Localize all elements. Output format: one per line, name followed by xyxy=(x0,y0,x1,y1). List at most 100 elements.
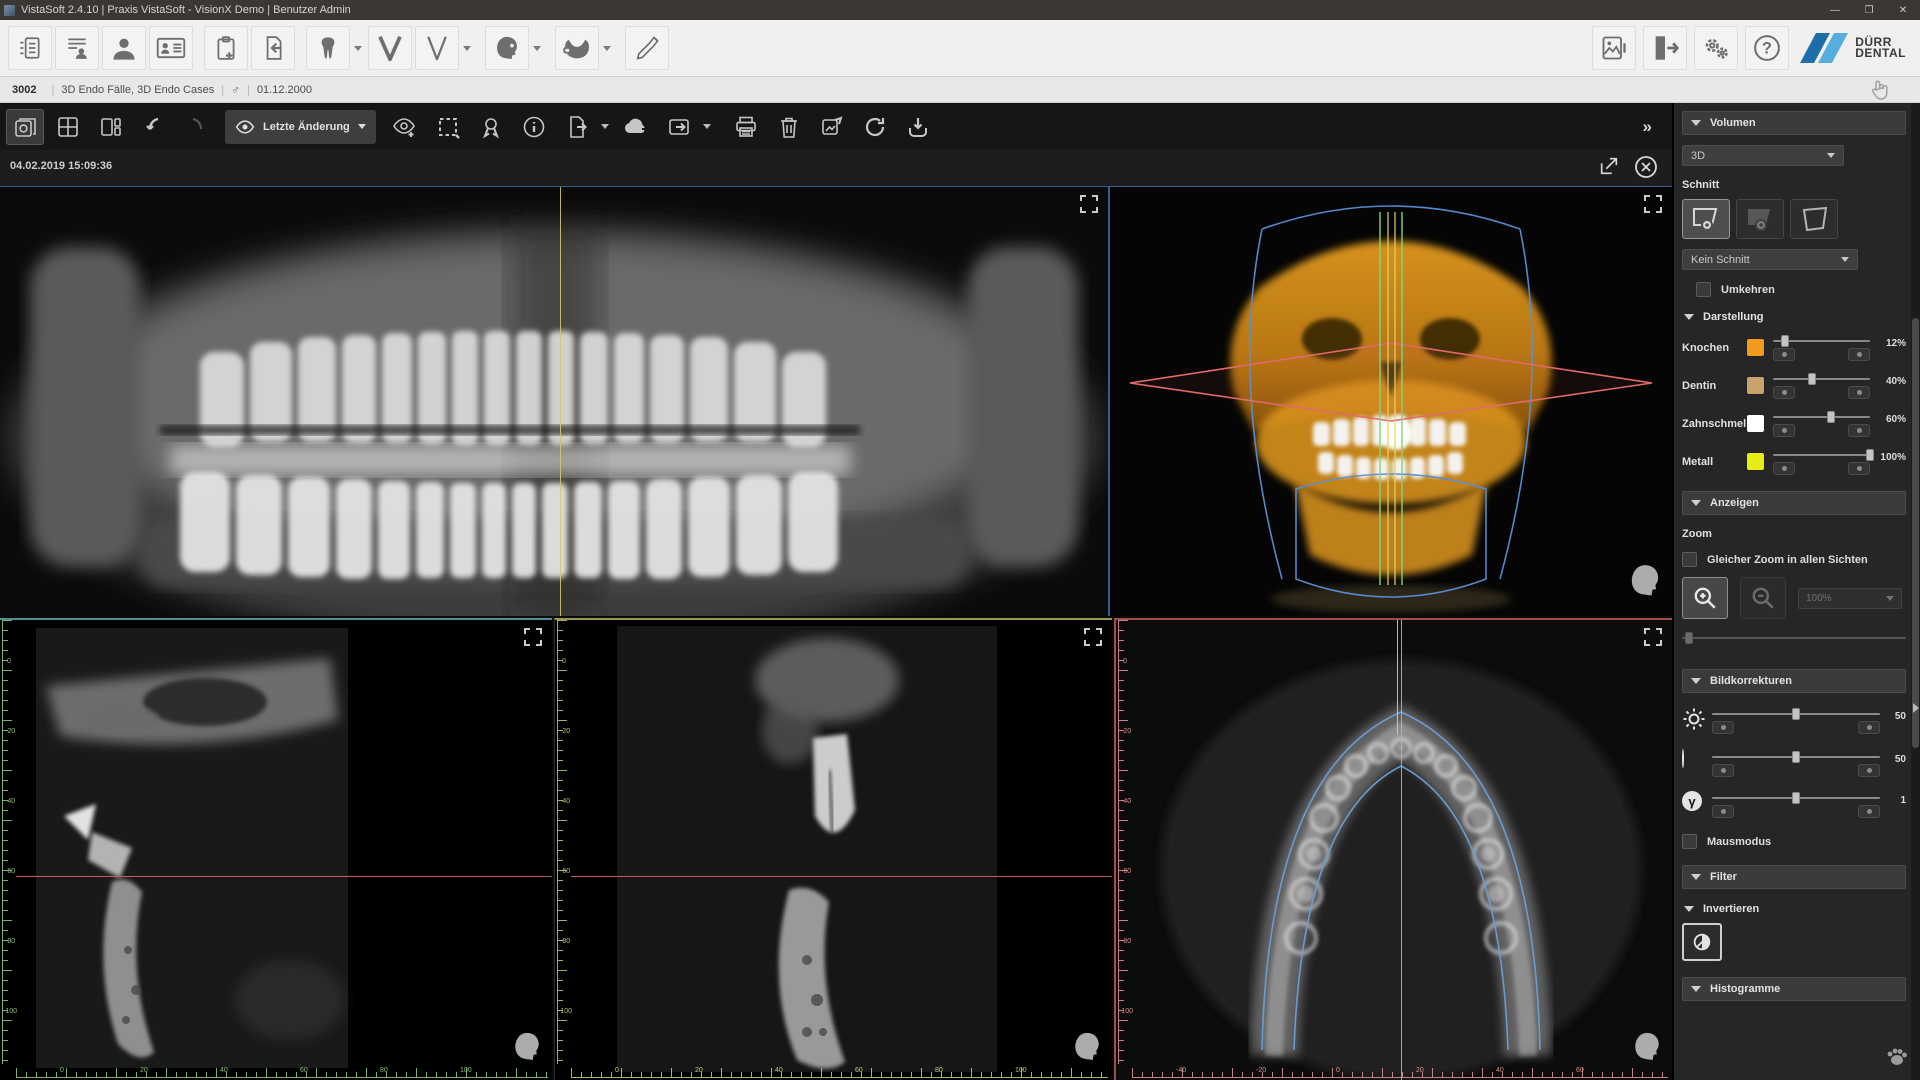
maximize-button[interactable]: ❐ xyxy=(1852,0,1886,20)
slider-eye-button[interactable] xyxy=(1848,348,1870,361)
slider-eye-button[interactable] xyxy=(1773,424,1795,437)
slider-eye-button[interactable] xyxy=(1858,805,1880,818)
slider-eye-button[interactable] xyxy=(1848,462,1870,475)
info-button[interactable] xyxy=(515,109,553,145)
section-histogramme[interactable]: Histogramme xyxy=(1682,977,1906,1001)
undo-button[interactable] xyxy=(135,109,173,145)
slider-eye-button[interactable] xyxy=(1773,386,1795,399)
gamma-slider[interactable] xyxy=(1712,789,1880,818)
export-window-button[interactable] xyxy=(660,109,698,145)
slider-eye-button[interactable] xyxy=(1773,462,1795,475)
mausmodus-checkbox-row[interactable]: Mausmodus xyxy=(1682,834,1906,849)
fullscreen-icon[interactable] xyxy=(1644,628,1662,651)
settings-button[interactable] xyxy=(1694,26,1738,70)
coronal-cursor-line[interactable] xyxy=(1397,620,1398,735)
section-darstellung[interactable]: Darstellung xyxy=(1682,311,1906,323)
brightness-slider[interactable] xyxy=(1712,705,1880,734)
section-anzeigen[interactable]: Anzeigen xyxy=(1682,491,1906,515)
slider-eye-button[interactable] xyxy=(1848,386,1870,399)
volume-mode-select[interactable]: 3D xyxy=(1682,145,1844,166)
capture-button[interactable] xyxy=(6,109,44,145)
sagittal-plane-line[interactable] xyxy=(1401,620,1402,1080)
minimize-button[interactable]: — xyxy=(1818,0,1852,20)
slider-eye-button[interactable] xyxy=(1712,805,1734,818)
slider-eye-button[interactable] xyxy=(1848,424,1870,437)
tooth-xray-button[interactable] xyxy=(306,26,350,70)
axial-plane-line[interactable] xyxy=(571,876,1112,877)
worklist-button[interactable] xyxy=(8,26,52,70)
caret-icon[interactable] xyxy=(463,46,471,51)
caret-icon[interactable] xyxy=(603,46,611,51)
bitewing-alt-button[interactable] xyxy=(415,26,459,70)
cloud-upload-button[interactable] xyxy=(617,109,655,145)
share-image-button[interactable] xyxy=(813,109,851,145)
caret-icon[interactable] xyxy=(533,46,541,51)
viewport-coronal[interactable]: 0 -20 -40 -60 -80 -100 0 20 40 60 80 100 xyxy=(554,618,1112,1080)
ribbon-button[interactable] xyxy=(472,109,510,145)
dentin-color-swatch[interactable] xyxy=(1746,376,1765,395)
image-export-button[interactable] xyxy=(1592,26,1636,70)
section-invertieren[interactable]: Invertieren xyxy=(1682,903,1906,915)
slider-eye-button[interactable] xyxy=(1858,721,1880,734)
close-image-button[interactable] xyxy=(1634,155,1658,184)
umkehren-checkbox[interactable] xyxy=(1696,282,1711,297)
dentin-opacity-slider[interactable] xyxy=(1773,372,1870,399)
more-tools-button[interactable]: » xyxy=(1643,117,1666,137)
section-bildkorrekturen[interactable]: Bildkorrekturen xyxy=(1682,669,1906,693)
panel-expand-arrow-icon[interactable] xyxy=(1913,703,1919,713)
bitewing-button[interactable] xyxy=(368,26,412,70)
fullscreen-icon[interactable] xyxy=(524,628,542,651)
patient-button[interactable] xyxy=(102,26,146,70)
sidebar-scrollbar[interactable] xyxy=(1911,103,1920,1080)
fullscreen-icon[interactable] xyxy=(1084,628,1102,651)
open-external-button[interactable] xyxy=(1598,155,1620,184)
mausmodus-checkbox[interactable] xyxy=(1682,834,1697,849)
axial-plane-line[interactable] xyxy=(16,876,552,877)
metall-color-swatch[interactable] xyxy=(1746,452,1765,471)
ceph-button[interactable] xyxy=(485,26,529,70)
patient-list-button[interactable] xyxy=(55,26,99,70)
print-button[interactable] xyxy=(727,109,765,145)
document-export-button[interactable] xyxy=(558,109,596,145)
patient-id[interactable]: 3002 xyxy=(4,84,44,96)
same-zoom-checkbox-row[interactable]: Gleicher Zoom in allen Sichten xyxy=(1682,552,1906,567)
document-import-button[interactable] xyxy=(251,26,295,70)
scrollbar-thumb[interactable] xyxy=(1912,318,1919,748)
rotate-button[interactable] xyxy=(856,109,894,145)
zoom-slider[interactable] xyxy=(1682,637,1906,651)
viewport-sagittal[interactable]: 0 -20 -40 -60 -80 -100 0 20 40 60 80 100 xyxy=(0,618,552,1080)
viewport-panoramic[interactable] xyxy=(0,186,1108,616)
fullscreen-icon[interactable] xyxy=(1080,195,1098,218)
caret-icon[interactable] xyxy=(354,46,362,51)
caret-icon[interactable] xyxy=(601,124,609,129)
slider-eye-button[interactable] xyxy=(1712,721,1734,734)
pano-cursor-line[interactable] xyxy=(560,187,561,616)
redo-button[interactable] xyxy=(178,109,216,145)
close-button[interactable]: ✕ xyxy=(1886,0,1920,20)
contrast-slider[interactable] xyxy=(1712,748,1880,777)
clipboard-add-button[interactable] xyxy=(204,26,248,70)
jaw-3d-button[interactable] xyxy=(555,26,599,70)
pin-button[interactable] xyxy=(899,109,937,145)
pen-button[interactable] xyxy=(625,26,669,70)
zoom-in-button[interactable] xyxy=(1682,577,1728,619)
zahnschmelz-opacity-slider[interactable] xyxy=(1773,410,1870,437)
viewport-3d-volume[interactable] xyxy=(1108,186,1672,616)
orientation-head-icon[interactable] xyxy=(1628,563,1662,604)
zahnschmelz-color-swatch[interactable] xyxy=(1746,414,1765,433)
zoom-out-button[interactable] xyxy=(1740,577,1786,619)
slice-mode-button-2[interactable] xyxy=(1736,199,1784,239)
eye-add-button[interactable] xyxy=(386,109,424,145)
hand-icon[interactable] xyxy=(1868,78,1892,105)
slider-eye-button[interactable] xyxy=(1858,764,1880,777)
history-dropdown[interactable]: Letzte Änderung xyxy=(225,110,376,144)
layout-panels-button[interactable] xyxy=(92,109,130,145)
knochen-opacity-slider[interactable] xyxy=(1773,334,1870,361)
schnitt-mode-select[interactable]: Kein Schnitt xyxy=(1682,249,1858,270)
patient-card-button[interactable] xyxy=(149,26,193,70)
knochen-color-swatch[interactable] xyxy=(1746,338,1765,357)
section-volumen[interactable]: Volumen xyxy=(1682,111,1906,135)
slice-mode-button-1[interactable] xyxy=(1682,199,1730,239)
help-button[interactable]: ? xyxy=(1745,26,1789,70)
orientation-head-icon[interactable] xyxy=(1632,1031,1662,1068)
